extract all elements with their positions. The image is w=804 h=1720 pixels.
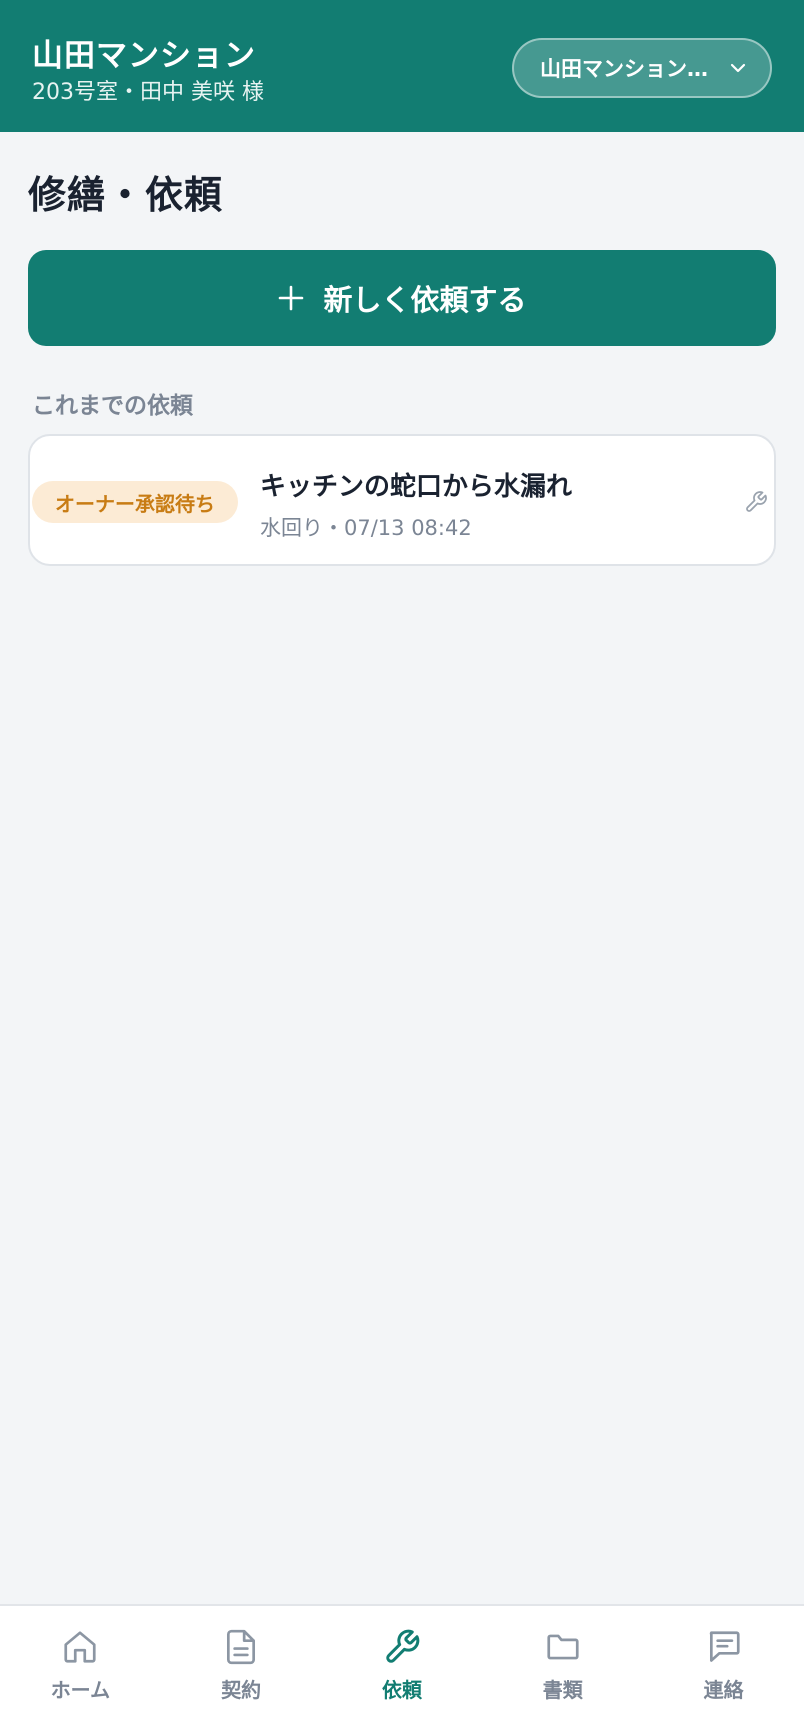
nav-item-messages[interactable]: 連絡 [643, 1606, 804, 1720]
nav-label-home: ホーム [50, 1678, 111, 1702]
new-request-label: 新しく依頼する [323, 283, 527, 317]
status-badge: オーナー承認待ち [32, 481, 238, 523]
property-selector-label: 山田マンション… [540, 57, 708, 81]
new-request-button[interactable]: 新しく依頼する [28, 250, 776, 346]
nav-item-contract[interactable]: 契約 [161, 1606, 322, 1720]
property-title: 山田マンション [32, 38, 256, 74]
room-resident-label: 203号室・田中 美咲 様 [32, 80, 264, 105]
chevron-down-icon [730, 63, 746, 73]
page-title: 修繕・依頼 [28, 173, 224, 217]
wrench-icon [746, 491, 767, 512]
nav-item-home[interactable]: ホーム [0, 1606, 161, 1720]
request-title: キッチンの蛇口から水漏れ [260, 472, 573, 502]
message-icon [709, 1631, 740, 1662]
folder-icon [547, 1634, 579, 1660]
nav-item-request[interactable]: 依頼 [322, 1606, 483, 1720]
nav-label-request: 依頼 [381, 1678, 422, 1702]
section-label: これまでの依頼 [32, 393, 193, 419]
request-meta: 水回り・07/13 08:42 [260, 516, 472, 540]
request-card[interactable]: オーナー承認待ち キッチンの蛇口から水漏れ 水回り・07/13 08:42 [28, 434, 776, 566]
property-selector[interactable]: 山田マンション… [512, 38, 772, 98]
nav-label-documents: 書類 [542, 1678, 583, 1702]
plus-icon [279, 285, 304, 311]
bottom-nav: ホーム 契約 依頼 書類 連絡 [0, 1604, 804, 1720]
document-icon [227, 1629, 256, 1665]
nav-label-contract: 契約 [221, 1678, 262, 1702]
home-icon [64, 1631, 96, 1663]
app-header: 山田マンション 203号室・田中 美咲 様 山田マンション… [0, 0, 804, 132]
nav-item-documents[interactable]: 書類 [482, 1606, 643, 1720]
nav-label-messages: 連絡 [703, 1678, 744, 1702]
wrench-icon [386, 1629, 420, 1663]
